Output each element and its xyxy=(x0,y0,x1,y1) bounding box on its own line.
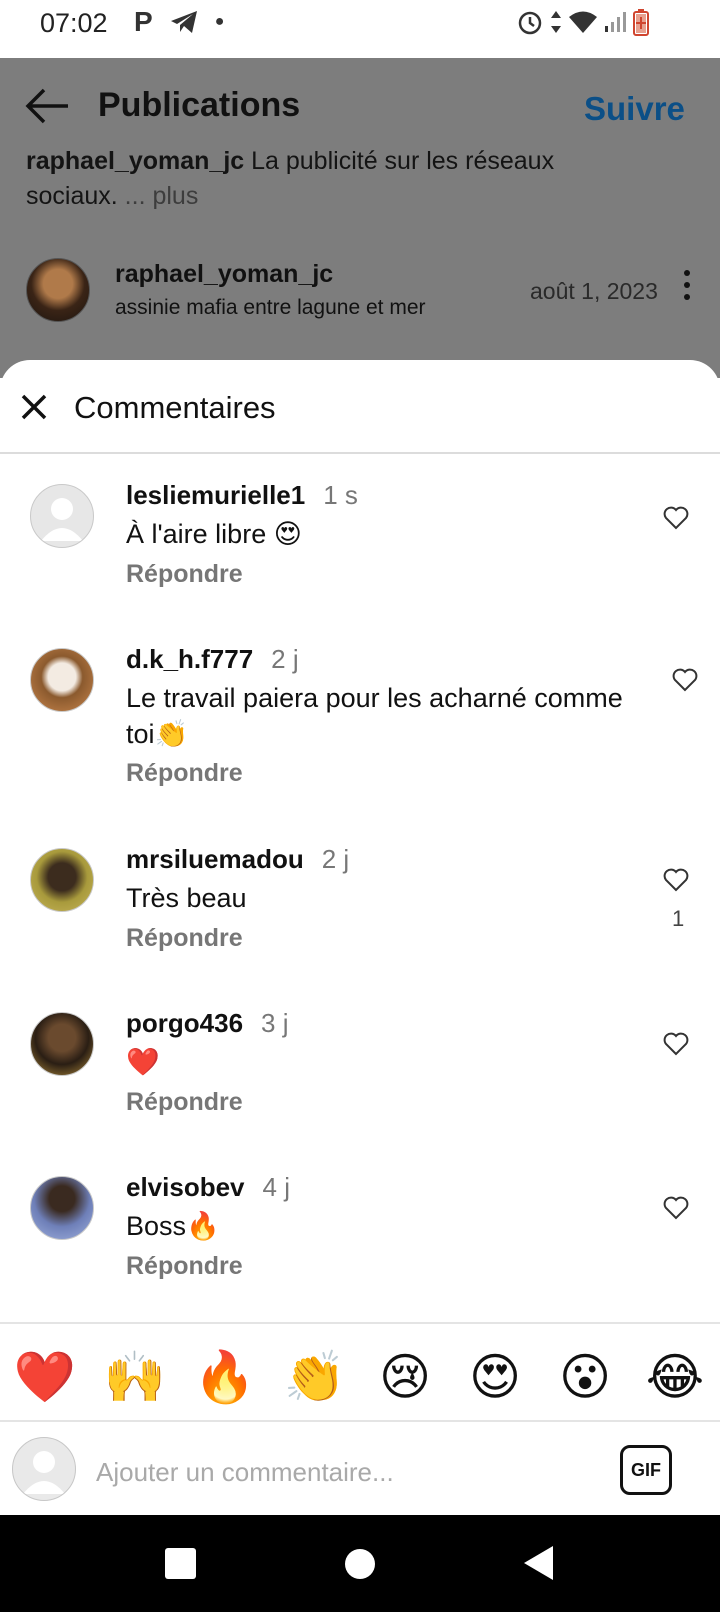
close-icon[interactable] xyxy=(20,393,48,421)
divider xyxy=(0,1420,720,1422)
comment-header: d.k_h.f777 2 j xyxy=(126,644,299,675)
heart-icon[interactable] xyxy=(672,668,698,692)
alarm-icon xyxy=(518,11,542,35)
fire-emoji-button[interactable]: 🔥 xyxy=(190,1345,260,1409)
comment-text: Boss🔥 xyxy=(126,1211,220,1241)
emoji-quick-reactions: ❤️ 🙌 🔥 👏 😢 😍 😮 😂 xyxy=(0,1338,720,1416)
current-user-avatar xyxy=(12,1437,76,1501)
comment-text: Le travail paiera pour les acharné comme… xyxy=(126,683,623,749)
comment-text: À l'aire libre 😍 xyxy=(126,519,302,549)
heart-icon[interactable] xyxy=(663,868,689,892)
comment-time: 1 s xyxy=(323,480,358,510)
dot-icon: ● xyxy=(214,13,225,30)
commenter-username[interactable]: d.k_h.f777 xyxy=(126,644,253,674)
comment-text: ❤️ xyxy=(126,1047,160,1077)
p-app-icon: P xyxy=(134,6,153,37)
comment-time: 3 j xyxy=(261,1008,289,1038)
status-bar: 07:02 P ● xyxy=(0,0,720,58)
reply-button[interactable]: Répondre xyxy=(126,1088,243,1117)
comment-header: mrsiluemadou 2 j xyxy=(126,844,349,875)
reply-button[interactable]: Répondre xyxy=(126,560,243,589)
red-heart-emoji-button[interactable]: ❤️ xyxy=(10,1345,80,1409)
heart-icon[interactable] xyxy=(663,1196,689,1220)
commenter-avatar[interactable] xyxy=(30,484,94,548)
like-count: 1 xyxy=(672,906,685,931)
comment-text: Très beau xyxy=(126,883,247,913)
crying-emoji-button[interactable]: 😢 xyxy=(370,1345,440,1409)
recents-icon[interactable] xyxy=(165,1548,196,1579)
comment-input[interactable] xyxy=(96,1452,576,1492)
status-time: 07:02 xyxy=(40,8,108,38)
comment-item: mrsiluemadou 2 j Très beau Répondre 1 xyxy=(0,842,720,952)
caption-username[interactable]: raphael_yoman_jc xyxy=(26,147,244,175)
surprised-emoji-button[interactable]: 😮 xyxy=(550,1345,620,1409)
telegram-icon xyxy=(170,11,197,33)
page-title: Publications xyxy=(98,86,301,124)
status-notification-icons: P ● xyxy=(134,6,224,38)
signal-icon xyxy=(605,12,626,32)
commenter-avatar[interactable] xyxy=(30,1012,94,1076)
divider xyxy=(0,1322,720,1324)
back-icon[interactable] xyxy=(524,1546,553,1580)
comment-header: lesliemurielle1 1 s xyxy=(126,480,358,511)
sheet-title: Commentaires xyxy=(74,390,276,425)
comment-item: d.k_h.f777 2 j Le travail paiera pour les… xyxy=(0,642,720,792)
comment-header: elvisobev 4 j xyxy=(126,1172,290,1203)
reply-button[interactable]: Répondre xyxy=(126,924,243,953)
post-author-avatar[interactable] xyxy=(26,258,90,322)
data-arrows-icon xyxy=(551,11,561,33)
heart-icon[interactable] xyxy=(663,506,689,530)
reply-button[interactable]: Répondre xyxy=(126,759,243,788)
heart-icon[interactable] xyxy=(663,1032,689,1056)
post-date: août 1, 2023 xyxy=(530,278,658,304)
follow-button[interactable]: Suivre xyxy=(584,90,685,128)
divider xyxy=(0,452,720,454)
comment-item: porgo436 3 j ❤️ Répondre xyxy=(0,1006,720,1116)
laughing-emoji-button[interactable]: 😂 xyxy=(640,1345,710,1409)
commenter-username[interactable]: elvisobev xyxy=(126,1172,245,1202)
battery-icon xyxy=(633,9,649,36)
commenter-avatar[interactable] xyxy=(30,848,94,912)
back-arrow-icon[interactable] xyxy=(24,88,70,124)
commenter-username[interactable]: mrsiluemadou xyxy=(126,844,304,874)
status-system-icons xyxy=(516,8,650,36)
comment-time: 2 j xyxy=(321,844,350,874)
comment-item: elvisobev 4 j Boss🔥 Répondre xyxy=(0,1170,720,1280)
commenter-username[interactable]: lesliemurielle1 xyxy=(126,480,305,510)
comment-time: 4 j xyxy=(262,1172,290,1202)
home-icon[interactable] xyxy=(345,1549,375,1579)
clapping-emoji-button[interactable]: 👏 xyxy=(280,1345,350,1409)
reply-button[interactable]: Répondre xyxy=(126,1252,243,1281)
comment-header: porgo436 3 j xyxy=(126,1008,289,1039)
post-author-username[interactable]: raphael_yoman_jc xyxy=(115,260,333,289)
comment-item: lesliemurielle1 1 s À l'aire libre 😍 Répo… xyxy=(0,478,720,588)
gif-button[interactable]: GIF xyxy=(620,1445,672,1495)
comment-time: 2 j xyxy=(271,644,299,674)
post-caption: raphael_yoman_jc La publicité sur les ré… xyxy=(26,144,646,214)
commenter-avatar[interactable] xyxy=(30,1176,94,1240)
commenter-username[interactable]: porgo436 xyxy=(126,1008,243,1038)
more-options-icon[interactable] xyxy=(684,270,690,306)
heart-eyes-emoji-button[interactable]: 😍 xyxy=(460,1345,530,1409)
post-location[interactable]: assinie mafia entre lagune et mer xyxy=(115,296,426,320)
wifi-icon xyxy=(569,11,597,33)
raising-hands-emoji-button[interactable]: 🙌 xyxy=(100,1345,170,1409)
caption-more-link[interactable]: ... plus xyxy=(125,182,199,210)
commenter-avatar[interactable] xyxy=(30,648,94,712)
